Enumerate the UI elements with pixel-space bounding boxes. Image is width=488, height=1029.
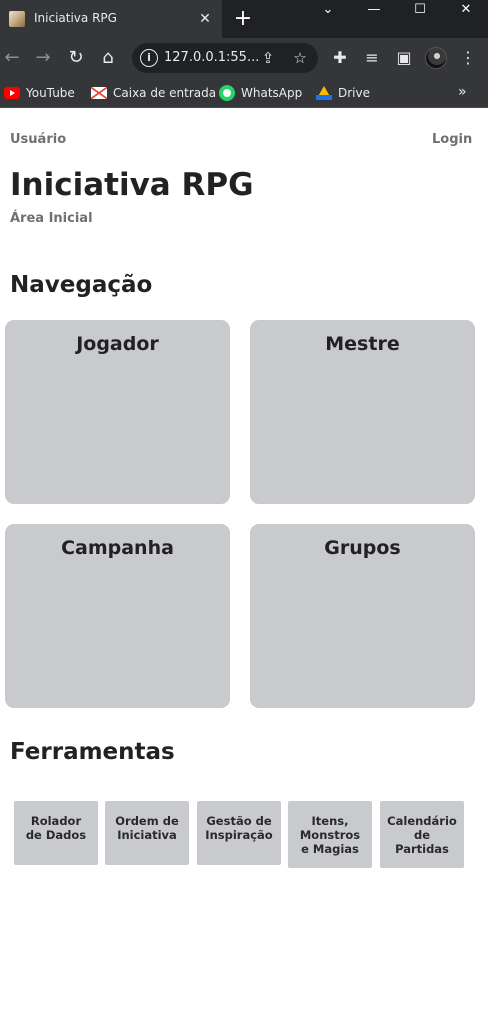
browser-tab[interactable]: Iniciativa RPG ✕ [0,0,222,38]
tab-search-icon[interactable]: ⌄ [305,0,351,20]
address-url[interactable]: 127.0.0.1:55... [164,50,259,65]
card-label: Jogador [76,333,159,355]
new-tab-button[interactable]: + [232,7,254,31]
bookmark-youtube[interactable]: YouTube [4,85,75,101]
bookmark-label: Caixa de entrada [113,86,217,100]
more-menu-icon[interactable]: ⋮ [456,46,480,70]
forward-arrow-icon[interactable]: → [31,46,55,70]
drive-icon [316,86,332,100]
bookmark-star-icon[interactable]: ☆ [290,48,310,68]
bookmark-whatsapp[interactable]: WhatsApp [219,85,302,101]
close-tab-icon[interactable]: ✕ [196,10,214,28]
bookmark-drive[interactable]: Drive [316,85,370,101]
minimize-button[interactable]: — [351,0,397,20]
tool-initiative-order-button[interactable]: Ordem de Iniciativa [105,801,189,865]
profile-avatar[interactable] [425,47,447,69]
tab-title: Iniciativa RPG [34,11,117,25]
tool-dice-roller-button[interactable]: Rolador de Dados [14,801,98,865]
share-icon[interactable]: ⇪ [258,48,278,68]
bookmark-gmail[interactable]: Caixa de entrada [91,85,216,101]
card-campanha[interactable]: Campanha [5,524,230,708]
home-icon[interactable]: ⌂ [96,46,120,70]
login-link[interactable]: Login [432,132,472,147]
media-queue-icon[interactable]: ≡ [360,46,384,70]
page-subtitle: Área Inicial [10,211,93,226]
gmail-icon [91,87,107,99]
card-label: Grupos [324,537,401,559]
tool-inspiration-button[interactable]: Gestão de Inspiração [197,801,281,865]
tools-heading: Ferramentas [10,739,175,765]
site-info-icon[interactable]: i [140,49,158,67]
browser-tab-bar: Iniciativa RPG ✕ + ⌄ — ☐ ✕ [0,0,488,38]
maximize-button[interactable]: ☐ [397,0,443,20]
page-content: Usuário Login Iniciativa RPG Área Inicia… [0,109,488,1029]
navigation-heading: Navegação [10,272,153,298]
site-favicon-icon [9,11,25,27]
tool-label: Itens, Monstros e Magias [299,814,361,856]
bookmarks-overflow-icon[interactable]: » [458,84,467,100]
bookmark-label: YouTube [26,86,75,100]
bookmark-label: WhatsApp [241,86,303,100]
youtube-icon [4,87,20,99]
card-jogador[interactable]: Jogador [5,320,230,504]
close-window-button[interactable]: ✕ [443,0,488,20]
tool-label: Calendário de Partidas [387,814,457,856]
tool-label: Ordem de Iniciativa [115,814,179,842]
reload-icon[interactable]: ↻ [64,46,88,70]
address-bar[interactable]: i 127.0.0.1:55... ⇪ ☆ [132,43,318,73]
tool-items-monsters-spells-button[interactable]: Itens, Monstros e Magias [288,801,372,868]
extensions-puzzle-icon[interactable]: ✚ [328,46,352,70]
tool-label: Gestão de Inspiração [205,814,273,842]
whatsapp-icon [219,85,235,101]
back-arrow-icon[interactable]: ← [0,46,24,70]
page-title: Iniciativa RPG [10,167,254,203]
card-grupos[interactable]: Grupos [250,524,475,708]
tool-calendar-button[interactable]: Calendário de Partidas [380,801,464,868]
card-mestre[interactable]: Mestre [250,320,475,504]
bookmark-label: Drive [338,86,370,100]
tool-label: Rolador de Dados [25,814,87,842]
user-link[interactable]: Usuário [10,132,66,147]
side-panel-icon[interactable]: ▣ [392,46,416,70]
card-label: Campanha [61,537,174,559]
card-label: Mestre [325,333,400,355]
